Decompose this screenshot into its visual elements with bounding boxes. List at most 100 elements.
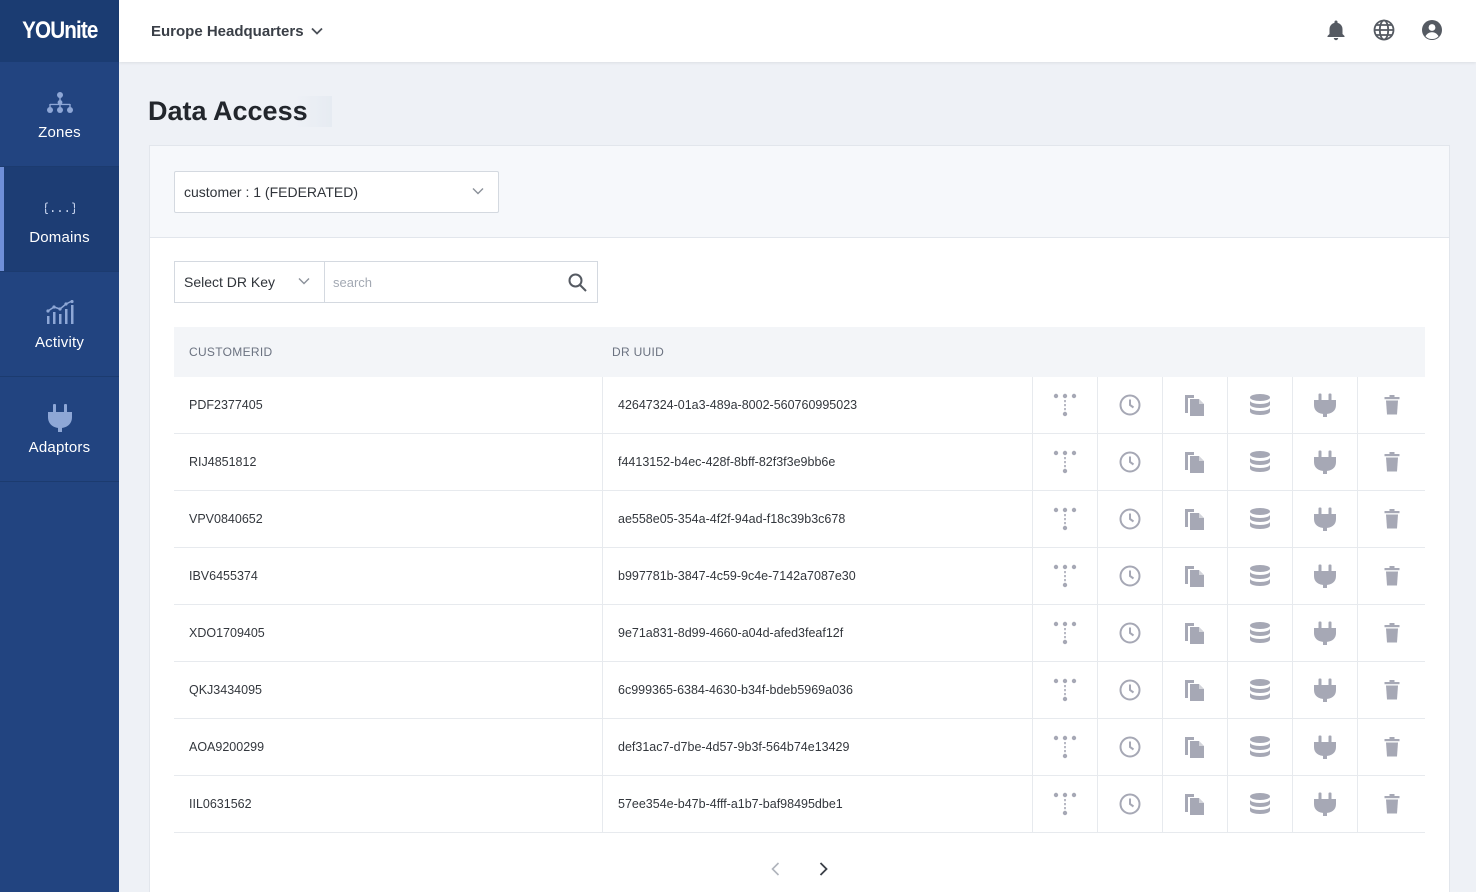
dr-key-label: Select DR Key bbox=[184, 274, 276, 290]
copy-button[interactable] bbox=[1163, 719, 1228, 775]
trash-button[interactable] bbox=[1358, 605, 1425, 661]
trash-button[interactable] bbox=[1358, 548, 1425, 604]
adaptor-plug-button[interactable] bbox=[1293, 719, 1358, 775]
globe-icon[interactable] bbox=[1372, 18, 1396, 42]
pagination bbox=[150, 861, 1449, 877]
adaptor-plug-button[interactable] bbox=[1293, 776, 1358, 832]
history-button[interactable] bbox=[1098, 776, 1163, 832]
activity-chart-icon bbox=[45, 298, 75, 328]
lineage-icon bbox=[1053, 792, 1077, 816]
trash-button[interactable] bbox=[1358, 377, 1425, 433]
database-icon bbox=[1248, 393, 1272, 417]
table-row[interactable]: IBV6455374 b997781b-3847-4c59-9c4e-7142a7… bbox=[174, 548, 1425, 605]
trash-button[interactable] bbox=[1358, 776, 1425, 832]
lineage-button[interactable] bbox=[1033, 719, 1098, 775]
history-button[interactable] bbox=[1098, 548, 1163, 604]
adaptor-plug-icon bbox=[1313, 678, 1337, 702]
database-button[interactable] bbox=[1228, 377, 1293, 433]
adaptor-plug-button[interactable] bbox=[1293, 548, 1358, 604]
copy-button[interactable] bbox=[1163, 548, 1228, 604]
history-button[interactable] bbox=[1098, 605, 1163, 661]
table-row[interactable]: PDF2377405 42647324-01a3-489a-8002-560760… bbox=[174, 377, 1425, 434]
sidebar-item-activity[interactable]: Activity bbox=[0, 272, 119, 377]
database-icon bbox=[1248, 621, 1272, 645]
lineage-button[interactable] bbox=[1033, 662, 1098, 718]
adaptor-plug-button[interactable] bbox=[1293, 491, 1358, 547]
chevron-right-icon[interactable] bbox=[816, 861, 832, 877]
trash-button[interactable] bbox=[1358, 662, 1425, 718]
trash-icon bbox=[1380, 564, 1404, 588]
database-button[interactable] bbox=[1228, 434, 1293, 490]
history-button[interactable] bbox=[1098, 491, 1163, 547]
bell-icon[interactable] bbox=[1324, 18, 1348, 42]
customer-id-cell: RIJ4851812 bbox=[174, 434, 603, 490]
trash-icon bbox=[1380, 678, 1404, 702]
database-button[interactable] bbox=[1228, 662, 1293, 718]
column-header-customerid: CUSTOMERID bbox=[189, 345, 273, 359]
adaptor-plug-icon bbox=[1313, 393, 1337, 417]
copy-button[interactable] bbox=[1163, 491, 1228, 547]
lineage-button[interactable] bbox=[1033, 491, 1098, 547]
search-icon[interactable] bbox=[557, 262, 597, 302]
history-button[interactable] bbox=[1098, 662, 1163, 718]
customer-id-cell: XDO1709405 bbox=[174, 605, 603, 661]
chevron-left-icon[interactable] bbox=[768, 861, 784, 877]
table-row[interactable]: XDO1709405 9e71a831-8d99-4660-a04d-afed3f… bbox=[174, 605, 1425, 662]
org-name: Europe Headquarters bbox=[151, 22, 304, 40]
sidebar-item-label: Zones bbox=[38, 123, 81, 141]
table-row[interactable]: QKJ3434095 6c999365-6384-4630-b34f-bdeb59… bbox=[174, 662, 1425, 719]
lineage-icon bbox=[1053, 735, 1077, 759]
database-icon bbox=[1248, 564, 1272, 588]
history-button[interactable] bbox=[1098, 719, 1163, 775]
adaptor-plug-button[interactable] bbox=[1293, 605, 1358, 661]
copy-icon bbox=[1183, 792, 1207, 816]
adaptor-plug-button[interactable] bbox=[1293, 377, 1358, 433]
account-circle-icon[interactable] bbox=[1420, 18, 1444, 42]
database-button[interactable] bbox=[1228, 776, 1293, 832]
history-icon bbox=[1118, 792, 1142, 816]
copy-icon bbox=[1183, 621, 1207, 645]
trash-button[interactable] bbox=[1358, 719, 1425, 775]
lineage-button[interactable] bbox=[1033, 776, 1098, 832]
table-row[interactable]: RIJ4851812 f4413152-b4ec-428f-8bff-82f3f3… bbox=[174, 434, 1425, 491]
history-button[interactable] bbox=[1098, 434, 1163, 490]
trash-button[interactable] bbox=[1358, 434, 1425, 490]
copy-button[interactable] bbox=[1163, 377, 1228, 433]
database-button[interactable] bbox=[1228, 491, 1293, 547]
domain-select[interactable]: customer : 1 (FEDERATED) bbox=[174, 171, 499, 213]
sidebar-item-domains[interactable]: {...} Domains bbox=[0, 167, 119, 272]
customer-id-cell: VPV0840652 bbox=[174, 491, 603, 547]
copy-button[interactable] bbox=[1163, 434, 1228, 490]
sidebar-item-adaptors[interactable]: Adaptors bbox=[0, 377, 119, 482]
history-icon bbox=[1118, 735, 1142, 759]
history-button[interactable] bbox=[1098, 377, 1163, 433]
org-selector[interactable]: Europe Headquarters bbox=[151, 23, 323, 40]
adaptor-plug-button[interactable] bbox=[1293, 662, 1358, 718]
database-button[interactable] bbox=[1228, 548, 1293, 604]
lineage-button[interactable] bbox=[1033, 377, 1098, 433]
database-icon bbox=[1248, 735, 1272, 759]
sidebar-item-zones[interactable]: Zones bbox=[0, 62, 119, 167]
search-input[interactable] bbox=[325, 262, 557, 302]
database-button[interactable] bbox=[1228, 719, 1293, 775]
copy-button[interactable] bbox=[1163, 776, 1228, 832]
customer-id-cell: IIL0631562 bbox=[174, 776, 603, 832]
trash-button[interactable] bbox=[1358, 491, 1425, 547]
lineage-button[interactable] bbox=[1033, 605, 1098, 661]
database-button[interactable] bbox=[1228, 605, 1293, 661]
table-row[interactable]: AOA9200299 def31ac7-d7be-4d57-9b3f-564b74… bbox=[174, 719, 1425, 776]
table-row[interactable]: VPV0840652 ae558e05-354a-4f2f-94ad-f18c39… bbox=[174, 491, 1425, 548]
logo-text: YOUnite bbox=[21, 17, 98, 44]
copy-button[interactable] bbox=[1163, 662, 1228, 718]
logo[interactable]: YOUnite bbox=[0, 0, 119, 62]
lineage-icon bbox=[1053, 564, 1077, 588]
copy-button[interactable] bbox=[1163, 605, 1228, 661]
dr-key-select[interactable]: Select DR Key bbox=[175, 262, 325, 302]
adaptor-plug-button[interactable] bbox=[1293, 434, 1358, 490]
lineage-button[interactable] bbox=[1033, 548, 1098, 604]
domains-braces-icon: {...} bbox=[45, 193, 75, 223]
trash-icon bbox=[1380, 450, 1404, 474]
lineage-button[interactable] bbox=[1033, 434, 1098, 490]
table-row[interactable]: IIL0631562 57ee354e-b47b-4fff-a1b7-baf984… bbox=[174, 776, 1425, 833]
copy-icon bbox=[1183, 507, 1207, 531]
